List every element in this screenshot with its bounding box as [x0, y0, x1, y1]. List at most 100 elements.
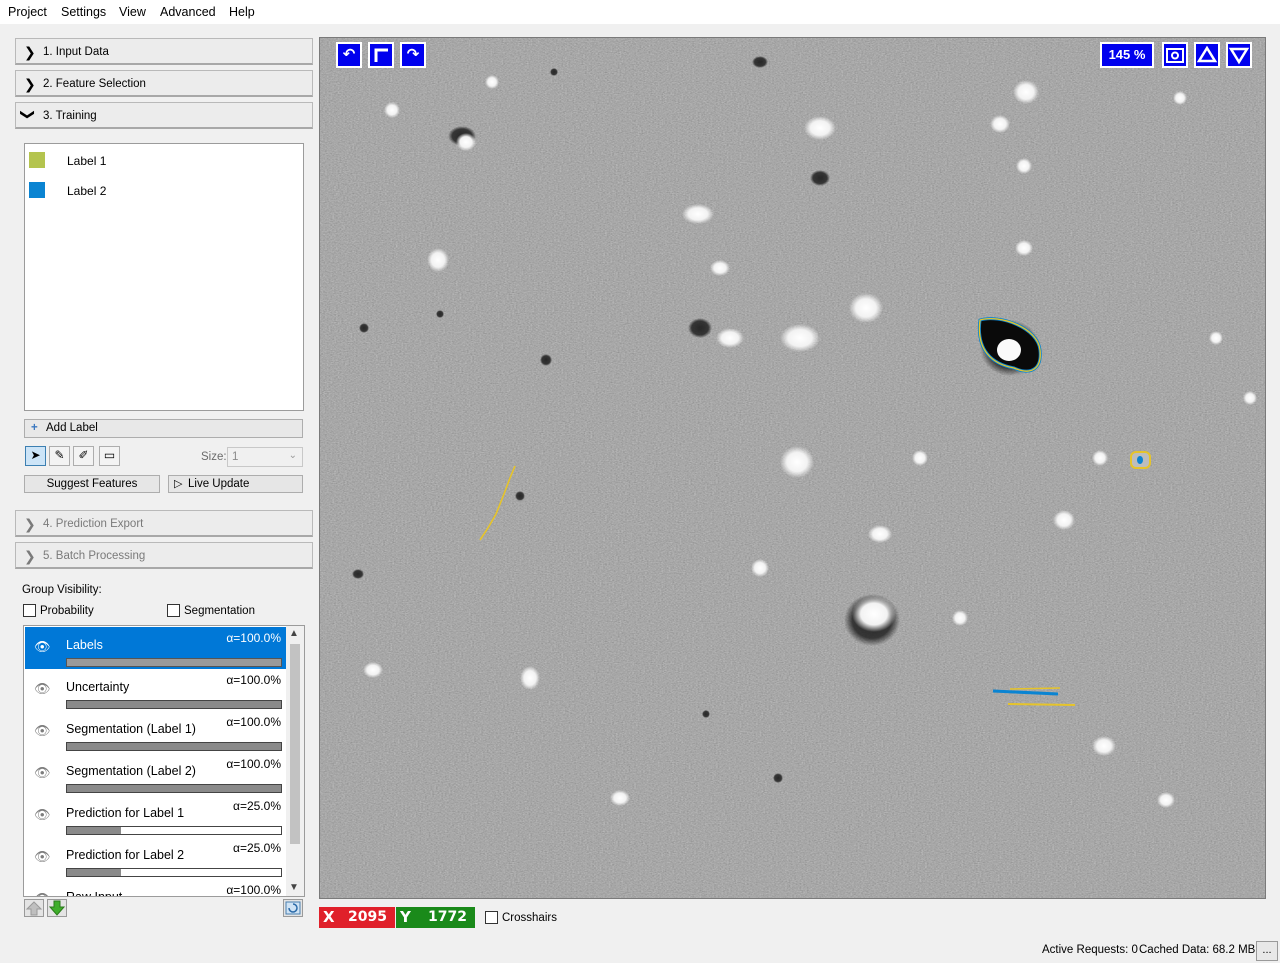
applet-input-data[interactable]: ❯ 1. Input Data: [15, 38, 313, 65]
label-color-swatch[interactable]: [29, 152, 45, 168]
y-axis-label: Y: [400, 908, 411, 926]
x-value: 2095: [348, 909, 387, 925]
image-viewer[interactable]: ↶ ↷ 145 %: [319, 37, 1266, 899]
bright-particle: [804, 116, 836, 140]
refresh-icon: [285, 901, 301, 915]
label-name[interactable]: Label 1: [67, 154, 106, 168]
applet-label: 3. Training: [43, 110, 97, 122]
slice-up-button[interactable]: [1194, 42, 1220, 68]
dark-particle: [773, 773, 783, 783]
eraser-tool-button[interactable]: ✐: [73, 446, 94, 466]
microscopy-image[interactable]: [320, 38, 1266, 899]
triangle-up-icon: [1196, 45, 1218, 63]
applet-label: 5. Batch Processing: [43, 550, 146, 562]
layer-row[interactable]: 👁 Raw Input α=100.0%: [25, 879, 287, 897]
screenshot-button[interactable]: [1162, 42, 1188, 68]
layer-opacity: α=100.0%: [226, 883, 281, 897]
layer-list-scrollbar[interactable]: ▲ ▼: [286, 626, 304, 896]
opacity-slider[interactable]: [66, 784, 282, 793]
applet-label: 1. Input Data: [43, 46, 109, 58]
label-name[interactable]: Label 2: [67, 184, 106, 198]
eye-icon[interactable]: 👁: [34, 765, 51, 781]
add-label-button[interactable]: + Add Label: [24, 419, 303, 438]
fit-view-button[interactable]: [368, 42, 394, 68]
brush-tool-button[interactable]: ✎: [49, 446, 70, 466]
rectangle-icon: ▭: [103, 448, 116, 462]
label-color-swatch[interactable]: [29, 182, 45, 198]
rectangle-tool-button[interactable]: ▭: [99, 446, 120, 466]
opacity-fill: [67, 785, 281, 792]
scrollbar-thumb[interactable]: [290, 644, 300, 844]
redo-button[interactable]: ↷: [400, 42, 426, 68]
opacity-slider[interactable]: [66, 742, 282, 751]
opacity-slider[interactable]: [66, 868, 282, 877]
brush-size-value: 1: [232, 451, 239, 463]
live-update-button[interactable]: ▷ Live Update: [168, 475, 303, 493]
opacity-slider[interactable]: [66, 826, 282, 835]
layer-row[interactable]: 👁 Prediction for Label 2 α=25.0%: [25, 837, 287, 879]
eye-icon[interactable]: 👁: [34, 891, 51, 896]
layer-row[interactable]: 👁 Uncertainty α=100.0%: [25, 669, 287, 711]
bright-particle: [912, 450, 928, 466]
scroll-down-icon[interactable]: ▼: [289, 882, 299, 893]
opacity-slider[interactable]: [66, 700, 282, 709]
menu-advanced[interactable]: Advanced: [160, 5, 216, 19]
layer-name: Prediction for Label 1: [66, 806, 185, 820]
layer-opacity: α=100.0%: [226, 673, 281, 687]
y-coordinate: Y 1772: [396, 907, 475, 928]
segmentation-checkbox[interactable]: [167, 604, 180, 617]
size-label: Size:: [201, 451, 227, 463]
layer-row[interactable]: 👁 Labels α=100.0%: [25, 627, 287, 669]
zoom-level[interactable]: 145 %: [1100, 42, 1154, 68]
scroll-up-icon[interactable]: ▲: [289, 628, 299, 639]
eye-icon[interactable]: 👁: [34, 849, 51, 865]
eye-icon[interactable]: 👁: [34, 639, 51, 655]
menu-settings[interactable]: Settings: [61, 5, 106, 19]
opacity-slider[interactable]: [66, 658, 282, 667]
applet-prediction-export[interactable]: ❯ 4. Prediction Export: [15, 510, 313, 537]
slice-down-button[interactable]: [1226, 42, 1252, 68]
bright-particle: [780, 446, 814, 478]
applet-training[interactable]: ❯ 3. Training: [15, 102, 313, 129]
dark-particle: [550, 68, 558, 76]
layer-row[interactable]: 👁 Segmentation (Label 1) α=100.0%: [25, 711, 287, 753]
bright-particle: [1092, 450, 1108, 466]
camera-icon: [1166, 48, 1184, 63]
bright-particle: [1016, 158, 1032, 174]
layer-list[interactable]: 👁 Labels α=100.0% 👁 Uncertainty α=100.0% 👁 Segm…: [23, 625, 305, 897]
move-layer-up-button[interactable]: [24, 899, 44, 917]
applet-batch-processing[interactable]: ❯ 5. Batch Processing: [15, 542, 313, 569]
bright-particle: [852, 596, 896, 632]
layer-opacity: α=25.0%: [233, 799, 281, 813]
layer-opacity: α=25.0%: [233, 841, 281, 855]
menu-view[interactable]: View: [119, 5, 146, 19]
arrow-icon: ➤: [30, 448, 41, 462]
undo-button[interactable]: ↶: [336, 42, 362, 68]
bright-particle: [868, 525, 892, 543]
label-list: Label 1 Label 2: [24, 143, 304, 411]
eraser-icon: ✐: [78, 448, 89, 462]
play-icon: ▷: [174, 478, 183, 490]
crosshairs-checkbox[interactable]: [485, 911, 498, 924]
dark-particle: [752, 56, 768, 68]
menu-project[interactable]: Project: [8, 5, 47, 19]
layer-row[interactable]: 👁 Prediction for Label 1 α=25.0%: [25, 795, 287, 837]
probability-checkbox[interactable]: [23, 604, 36, 617]
more-button[interactable]: ...: [1256, 941, 1278, 961]
active-requests: Active Requests: 0: [1042, 944, 1138, 956]
applet-feature-selection[interactable]: ❯ 2. Feature Selection: [15, 70, 313, 97]
opacity-fill: [67, 701, 281, 708]
eye-icon[interactable]: 👁: [34, 807, 51, 823]
brush-size-select[interactable]: 1 ⌄: [227, 447, 303, 467]
menu-help[interactable]: Help: [229, 5, 255, 19]
dark-particle: [688, 318, 712, 338]
layer-row[interactable]: 👁 Segmentation (Label 2) α=100.0%: [25, 753, 287, 795]
suggest-features-button[interactable]: Suggest Features: [24, 475, 160, 493]
eye-icon[interactable]: 👁: [34, 681, 51, 697]
eye-icon[interactable]: 👁: [34, 723, 51, 739]
arrow-tool-button[interactable]: ➤: [25, 446, 46, 466]
label-2-annotation: [1137, 456, 1143, 464]
x-axis-label: X: [323, 908, 335, 926]
layer-settings-button[interactable]: [283, 899, 303, 917]
move-layer-down-button[interactable]: [47, 899, 67, 917]
